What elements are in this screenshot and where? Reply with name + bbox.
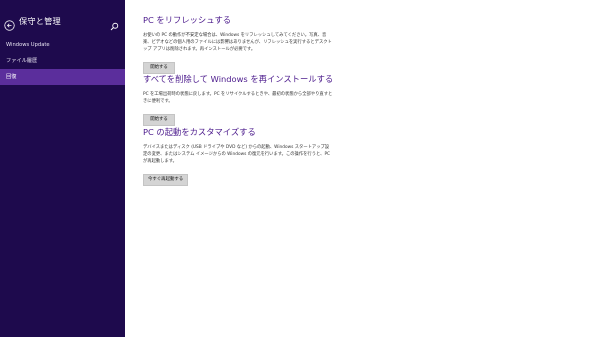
back-arrow-icon[interactable] xyxy=(4,16,15,31)
sidebar-item-windows-update[interactable]: Windows Update xyxy=(0,37,125,53)
sidebar-title: 保守と管理 xyxy=(19,16,61,26)
sidebar: 保守と管理 Windows Update ファイル履歴 回復 xyxy=(0,0,125,337)
restart-now-button[interactable]: 今すぐ再起動する xyxy=(143,174,189,186)
sidebar-item-recovery[interactable]: 回復 xyxy=(0,69,125,85)
section-title: PC の起動をカスタマイズする xyxy=(143,127,256,137)
sidebar-header: 保守と管理 xyxy=(4,13,121,31)
section-advanced-startup: PC の起動をカスタマイズする デバイスまたはディスク (USB ドライブや D… xyxy=(143,126,583,186)
main-content: PC をリフレッシュする お使いの PC の動作が不安定な場合は、Windows… xyxy=(143,0,583,337)
reset-start-button[interactable]: 開始する xyxy=(143,114,175,126)
section-description: お使いの PC の動作が不安定な場合は、Windows をリフレッシュしてみてく… xyxy=(143,33,332,52)
section-description: PC を工場出荷時の状態に戻します。PC をリサイクルするときや、最初の状態から… xyxy=(143,92,333,104)
section-reset-pc: すべてを削除して Windows を再インストールする PC を工場出荷時の状態… xyxy=(143,73,583,126)
section-title: PC をリフレッシュする xyxy=(143,15,232,25)
section-refresh-pc: PC をリフレッシュする お使いの PC の動作が不安定な場合は、Windows… xyxy=(143,14,583,74)
sidebar-item-file-history[interactable]: ファイル履歴 xyxy=(0,53,125,69)
section-title: すべてを削除して Windows を再インストールする xyxy=(143,74,334,84)
sidebar-nav: Windows Update ファイル履歴 回復 xyxy=(0,37,125,85)
section-description: デバイスまたはディスク (USB ドライブや DVD など) からの起動、Win… xyxy=(143,145,331,164)
search-icon[interactable] xyxy=(110,16,119,31)
